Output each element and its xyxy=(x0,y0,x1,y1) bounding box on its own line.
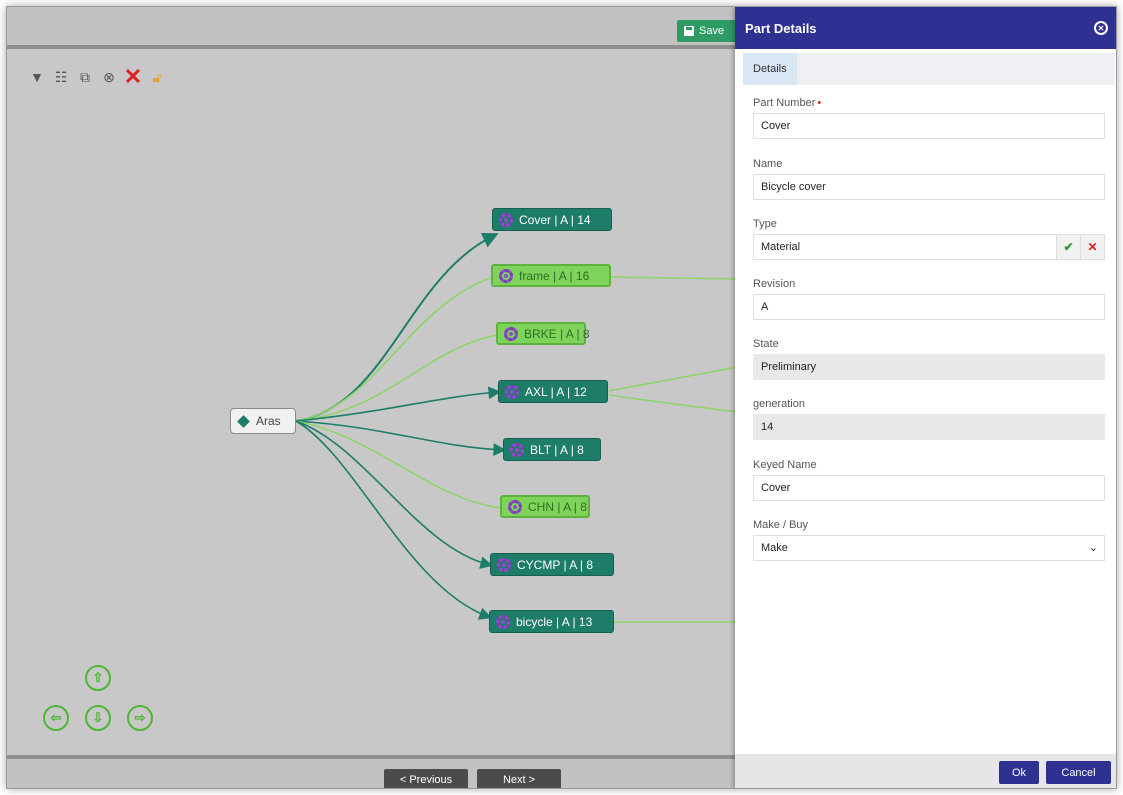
revision-field[interactable]: A xyxy=(753,294,1105,320)
close-icon[interactable]: ✕ xyxy=(1094,21,1108,35)
graph-node-label: CYCMP | A | 8 xyxy=(517,557,594,572)
edge-cover xyxy=(295,232,499,422)
panel-footer: Ok Cancel xyxy=(735,754,1116,788)
edge-frame-out xyxy=(610,276,737,280)
next-label: Next > xyxy=(502,774,536,786)
state-field: Preliminary xyxy=(753,354,1105,380)
clear-icon[interactable]: ✕ xyxy=(1080,235,1104,259)
root-node-label: Aras xyxy=(256,414,281,428)
tab-details[interactable]: Details xyxy=(743,53,797,85)
graph-node[interactable]: CHN | A | 8 xyxy=(500,495,590,518)
graph-node-label: CHN | A | 8 xyxy=(528,499,587,514)
tab-details-label: Details xyxy=(753,63,787,75)
root-node[interactable]: Aras xyxy=(230,408,296,434)
part-number-value: Cover xyxy=(761,120,791,132)
graph-node-label: bicycle | A | 13 xyxy=(516,614,593,629)
keyed-name-value: Cover xyxy=(761,482,791,494)
bottom-bar: < Previous Next > xyxy=(7,755,737,788)
part-number-field[interactable]: Cover xyxy=(753,113,1105,139)
gear-icon xyxy=(505,384,519,399)
cancel-label: Cancel xyxy=(1061,766,1096,779)
graph-node-label: AXL | A | 12 xyxy=(525,384,587,399)
gear-icon xyxy=(496,614,510,629)
arrow-right-icon: ⇨ xyxy=(134,710,146,725)
graph-node[interactable]: BRKE | A | 8 xyxy=(496,322,590,345)
graph-node[interactable]: CYCMP | A | 8 xyxy=(490,553,614,576)
part-details-panel: Part Details ✕ Details Part Number • Cove… xyxy=(735,7,1116,788)
gear-icon xyxy=(510,442,524,457)
type-actions: ✔ ✕ xyxy=(1056,235,1104,259)
name-field[interactable]: Bicycle cover xyxy=(753,174,1105,200)
gear-icon xyxy=(508,499,522,514)
panel-title: Part Details xyxy=(745,20,817,36)
pan-left-button[interactable]: ⇦ xyxy=(43,705,69,731)
keyed-name-field[interactable]: Cover xyxy=(753,475,1105,501)
type-field[interactable]: Material ✔ ✕ xyxy=(753,234,1105,260)
graph-node[interactable]: BLT | A | 8 xyxy=(503,438,601,461)
name-value: Bicycle cover xyxy=(761,181,826,193)
state-value: Preliminary xyxy=(761,361,817,373)
edge-axl-out1 xyxy=(608,366,737,392)
pan-right-button[interactable]: ⇨ xyxy=(127,705,153,731)
arrow-up-icon: ⇧ xyxy=(92,670,104,685)
revision-value: A xyxy=(761,301,769,313)
cancel-button[interactable]: Cancel xyxy=(1046,761,1111,784)
app-window: Save ▼ ☷ ⧉ ⊗ ✕ 🔓︎ Aras Cover | A | 14 fr… xyxy=(6,6,1117,789)
revision-label: Revision xyxy=(753,278,796,290)
make-buy-label: Make / Buy xyxy=(753,519,809,531)
type-label: Type xyxy=(753,218,777,230)
make-buy-select[interactable]: Make ⌄ xyxy=(753,535,1105,561)
graph-node[interactable]: Cover | A | 14 xyxy=(492,208,612,231)
tab-bar: Details xyxy=(743,53,1115,85)
confirm-icon[interactable]: ✔ xyxy=(1056,235,1080,259)
arrow-down-icon: ⇩ xyxy=(92,710,104,725)
edge-frame xyxy=(295,276,494,422)
chevron-down-icon: ⌄ xyxy=(1088,542,1098,554)
type-value: Material xyxy=(761,241,801,253)
diamond-icon xyxy=(237,414,250,428)
graph-node-label: Cover | A | 14 xyxy=(519,212,591,227)
edge-blt xyxy=(295,420,507,456)
keyed-name-label: Keyed Name xyxy=(753,459,817,471)
next-button[interactable]: Next > xyxy=(477,769,561,788)
gear-icon xyxy=(504,326,518,341)
gear-icon xyxy=(499,212,513,227)
edge-cycmp xyxy=(295,420,494,569)
previous-label: < Previous xyxy=(399,774,453,786)
part-number-label-text: Part Number xyxy=(753,97,816,109)
edge-brke xyxy=(295,334,499,422)
gear-icon xyxy=(499,268,513,283)
graph-node-label: BRKE | A | 8 xyxy=(524,326,590,341)
previous-button[interactable]: < Previous xyxy=(384,769,468,788)
graph-node[interactable]: frame | A | 16 xyxy=(491,264,611,287)
part-number-label: Part Number • xyxy=(753,97,821,109)
graph-node-label: frame | A | 16 xyxy=(519,268,590,283)
name-label: Name xyxy=(753,158,783,170)
pan-down-button[interactable]: ⇩ xyxy=(85,705,111,731)
panel-header: Part Details ✕ xyxy=(735,7,1116,49)
graph-node-label: BLT | A | 8 xyxy=(530,442,584,457)
pan-up-button[interactable]: ⇧ xyxy=(85,665,111,691)
edge-bicycle xyxy=(295,420,493,620)
generation-field: 14 xyxy=(753,414,1105,440)
ok-button[interactable]: Ok xyxy=(999,761,1039,784)
edge-axl xyxy=(295,386,502,422)
ok-label: Ok xyxy=(1011,766,1027,779)
gear-icon xyxy=(497,557,511,572)
graph-edges xyxy=(295,232,737,623)
generation-value: 14 xyxy=(761,421,774,433)
graph-node[interactable]: AXL | A | 12 xyxy=(498,380,608,403)
arrow-left-icon: ⇦ xyxy=(50,710,62,725)
generation-label: generation xyxy=(753,398,805,410)
edge-axl-out2 xyxy=(608,394,737,413)
state-label: State xyxy=(753,338,779,350)
make-buy-value: Make xyxy=(761,542,788,554)
required-marker: • xyxy=(817,97,822,109)
graph-node[interactable]: bicycle | A | 13 xyxy=(489,610,614,633)
